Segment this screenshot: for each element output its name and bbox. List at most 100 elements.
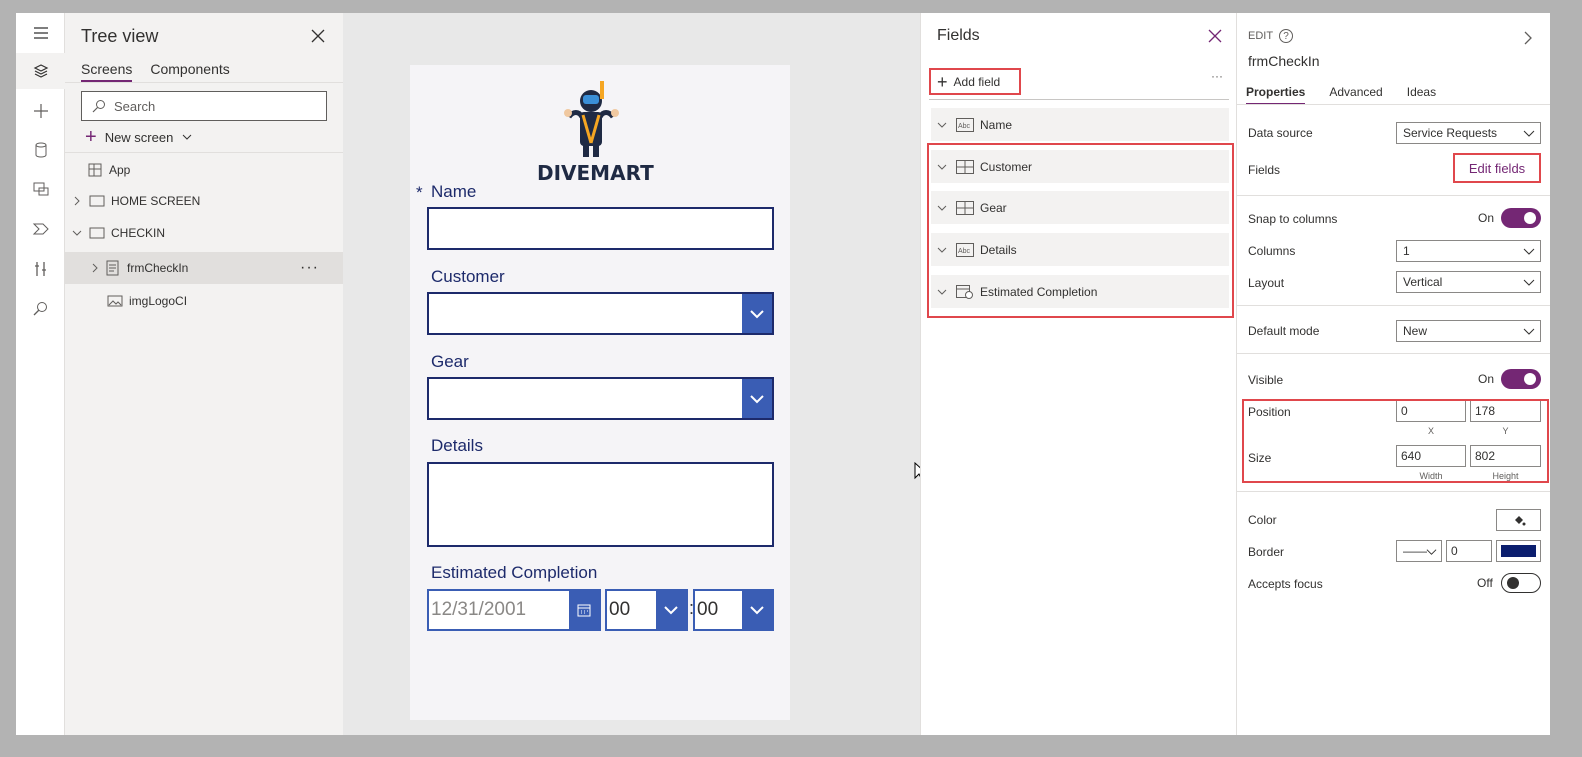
tree-node-checkin[interactable]: CHECKIN xyxy=(65,217,343,249)
edit-fields-link[interactable]: Edit fields xyxy=(1453,153,1541,183)
layout-dropdown[interactable]: Vertical xyxy=(1396,271,1541,293)
required-mark: * xyxy=(416,183,423,202)
field-row-name[interactable]: Abc Name xyxy=(931,108,1229,141)
close-icon[interactable] xyxy=(1207,28,1223,44)
insert-plus-icon[interactable] xyxy=(16,93,65,129)
tab-properties[interactable]: Properties xyxy=(1246,85,1306,105)
tab-ideas[interactable]: Ideas xyxy=(1407,85,1436,105)
edit-label: EDIT xyxy=(1248,30,1274,42)
gear-dropdown-button[interactable] xyxy=(742,379,772,418)
minute-dropdown-button[interactable] xyxy=(742,591,772,629)
app-window: Tree view Screens Components Search + Ne… xyxy=(16,13,1550,735)
chevron-down-icon xyxy=(1523,328,1535,335)
divider xyxy=(65,82,343,83)
border-style-dropdown[interactable]: —— xyxy=(1396,540,1442,562)
accepts-focus-toggle[interactable] xyxy=(1501,573,1541,593)
chevron-down-icon[interactable] xyxy=(936,119,948,131)
columns-dropdown[interactable]: 1 xyxy=(1396,240,1541,262)
calendar-button[interactable] xyxy=(569,591,599,629)
chevron-right-icon[interactable] xyxy=(71,195,83,207)
logo-text: DIVEMART xyxy=(537,161,654,185)
chevron-down-icon[interactable] xyxy=(71,227,83,239)
tree-search-input[interactable]: Search xyxy=(81,91,327,121)
data-source-dropdown[interactable]: Service Requests xyxy=(1396,122,1541,144)
divemart-logo[interactable]: DIVEMART xyxy=(537,79,654,185)
chevron-down-icon xyxy=(750,606,764,615)
border-width-input[interactable]: 0 xyxy=(1446,540,1492,562)
data-database-icon[interactable] xyxy=(16,132,65,168)
snap-to-columns-toggle[interactable] xyxy=(1501,208,1541,228)
divider xyxy=(1237,195,1550,196)
toggle-knob xyxy=(1524,212,1536,224)
layout-label: Layout xyxy=(1248,276,1285,290)
more-options-icon[interactable]: ··· xyxy=(300,259,319,277)
focus-toggle-state: Off xyxy=(1477,576,1493,590)
tree-view-title: Tree view xyxy=(81,26,159,46)
tree-node-label: CHECKIN xyxy=(111,226,166,240)
minute-value: 00 xyxy=(697,599,719,620)
estimated-completion-label: Estimated Completion xyxy=(431,563,598,582)
power-automate-icon[interactable] xyxy=(16,211,65,247)
chevron-right-icon[interactable] xyxy=(1521,31,1535,45)
checkin-screen[interactable]: DIVEMART * Name Customer Gear Details Es… xyxy=(410,65,790,720)
close-icon[interactable] xyxy=(309,27,327,45)
border-label: Border xyxy=(1248,545,1285,559)
data-source-value: Service Requests xyxy=(1403,126,1498,140)
media-icon[interactable] xyxy=(16,171,65,207)
text-field-icon: Abc xyxy=(956,117,974,132)
paint-bucket-icon xyxy=(1514,516,1525,526)
tree-node-frmcheckin[interactable]: frmCheckIn ··· xyxy=(65,252,343,284)
design-canvas: DIVEMART * Name Customer Gear Details Es… xyxy=(343,13,928,735)
details-textarea[interactable] xyxy=(427,462,774,547)
image-icon xyxy=(107,295,123,307)
name-input[interactable] xyxy=(427,207,774,250)
customer-combobox[interactable] xyxy=(427,292,774,335)
hour-dropdown[interactable]: 00 xyxy=(605,589,688,631)
layout-value: Vertical xyxy=(1403,275,1443,289)
form-icon xyxy=(106,260,119,276)
divider xyxy=(65,152,343,153)
minute-dropdown[interactable]: 00 xyxy=(693,589,774,631)
hour-dropdown-button[interactable] xyxy=(656,591,686,629)
visible-toggle-state: On xyxy=(1478,372,1495,386)
add-field-button[interactable]: + Add field xyxy=(929,68,1021,95)
svg-text:Abc: Abc xyxy=(958,123,971,130)
chevron-down-icon xyxy=(1523,248,1535,255)
tree-node-imglogoci[interactable]: imgLogoCI xyxy=(65,285,343,317)
app-icon xyxy=(88,163,102,177)
tree-view-layers-icon[interactable] xyxy=(16,53,65,89)
tree-node-app[interactable]: App xyxy=(65,154,343,186)
visible-toggle[interactable] xyxy=(1501,369,1541,389)
snap-toggle-state: On xyxy=(1478,211,1495,225)
gear-combobox[interactable] xyxy=(427,377,774,420)
tab-advanced[interactable]: Advanced xyxy=(1329,85,1382,105)
tab-screens[interactable]: Screens xyxy=(81,61,133,82)
name-label: Name xyxy=(431,182,477,201)
search-icon[interactable] xyxy=(16,291,65,327)
tools-icon[interactable] xyxy=(16,251,65,287)
customer-dropdown-button[interactable] xyxy=(742,294,772,333)
divider xyxy=(1237,305,1550,306)
divider xyxy=(1237,104,1550,105)
date-placeholder: 12/31/2001 xyxy=(431,599,527,620)
search-icon xyxy=(92,100,105,113)
color-picker[interactable] xyxy=(1496,509,1541,531)
fields-title: Fields xyxy=(937,27,980,44)
screen-icon xyxy=(89,227,105,239)
tree-node-home-screen[interactable]: HOME SCREEN xyxy=(65,185,343,217)
new-screen-button[interactable]: + New screen xyxy=(85,127,193,147)
border-color-picker[interactable] xyxy=(1496,540,1541,562)
help-icon[interactable]: ? xyxy=(1279,29,1294,43)
tree-view-panel: Tree view Screens Components Search + Ne… xyxy=(65,13,343,735)
border-color-swatch xyxy=(1501,545,1536,557)
date-picker[interactable]: 12/31/2001 xyxy=(427,589,601,631)
chevron-down-icon xyxy=(1426,549,1437,555)
hamburger-menu-icon[interactable] xyxy=(16,15,65,51)
accepts-focus-label: Accepts focus xyxy=(1248,577,1323,591)
toggle-knob xyxy=(1507,577,1519,589)
more-options-icon[interactable]: ··· xyxy=(1211,69,1223,83)
tab-components[interactable]: Components xyxy=(150,61,229,82)
default-mode-dropdown[interactable]: New xyxy=(1396,320,1541,342)
chevron-right-icon[interactable] xyxy=(89,262,101,274)
properties-tabs: Properties Advanced Ideas xyxy=(1246,85,1436,105)
